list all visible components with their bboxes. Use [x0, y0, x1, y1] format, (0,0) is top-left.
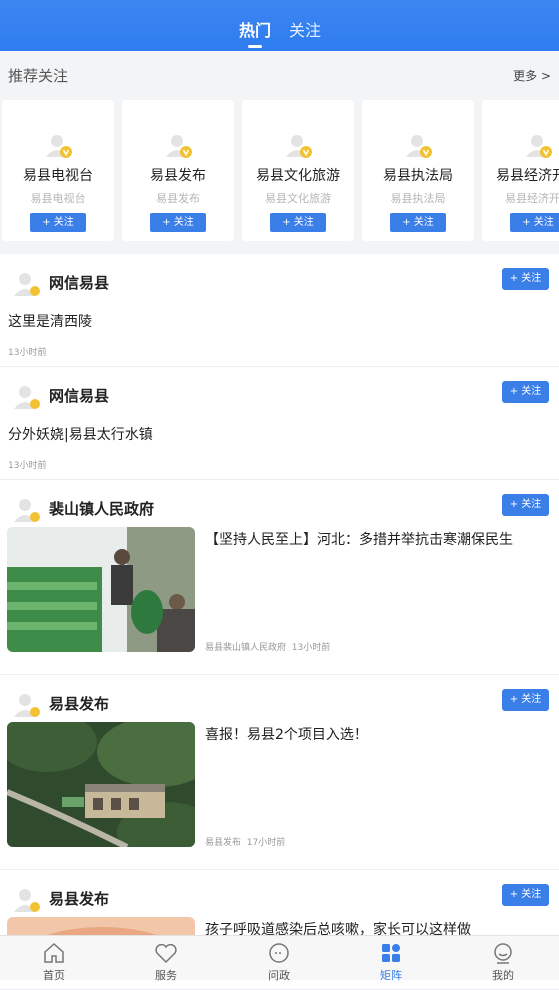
- post-text[interactable]: 这里是清西陵: [8, 311, 92, 331]
- avatar-icon: [14, 273, 40, 296]
- tab-label: 问政: [268, 969, 290, 982]
- feed-post[interactable]: 网信易县 + 关注 分外妖娆|易县太行水镇 13小时前: [0, 367, 559, 480]
- user-face-icon: [494, 943, 512, 964]
- card-subtitle: 易县文化旅游: [265, 192, 331, 205]
- tab-hot[interactable]: 热门: [239, 17, 271, 41]
- tab-home[interactable]: 首页: [0, 936, 110, 982]
- follow-button[interactable]: + 关注: [502, 494, 549, 516]
- post-time: 17小时前: [246, 838, 286, 848]
- heart-icon: [155, 943, 177, 964]
- post-time: 13小时前: [8, 348, 47, 358]
- recommend-card-row[interactable]: 易县电视台 易县电视台 + 关注 易县发布 易县发布 + 关注 易县文化旅游 易…: [0, 100, 559, 242]
- chat-icon: [269, 943, 289, 963]
- tab-inquiry[interactable]: 问政: [223, 936, 335, 982]
- follow-button[interactable]: + 关注: [30, 213, 86, 232]
- card-subtitle: 易县经济开发: [505, 192, 559, 205]
- feed-post[interactable]: 易县发布 + 关注 喜报！易县2个项目入选！ 易县发布 17小时前: [0, 675, 559, 870]
- card-subtitle: 易县发布: [156, 192, 200, 205]
- card-subtitle: 易县电视台: [30, 192, 86, 205]
- post-source: 易县裴山镇人民政府: [205, 643, 287, 653]
- avatar-icon: [46, 135, 72, 158]
- follow-button[interactable]: + 关注: [270, 213, 326, 232]
- post-time: 13小时前: [8, 461, 47, 471]
- follow-button[interactable]: + 关注: [390, 213, 446, 232]
- truck-vegetables-image: [7, 527, 195, 652]
- recommend-title: 推荐关注: [8, 67, 69, 85]
- recommend-card[interactable]: 易县电视台 易县电视台 + 关注: [2, 100, 114, 241]
- follow-button[interactable]: + 关注: [502, 884, 549, 906]
- post-author[interactable]: 易县发布: [49, 888, 109, 909]
- card-name: 易县执法局: [383, 168, 453, 184]
- post-author[interactable]: 网信易县: [49, 272, 109, 293]
- avatar-icon: [526, 135, 552, 158]
- post-thumbnail[interactable]: [7, 527, 195, 652]
- tab-label: 我的: [492, 969, 514, 982]
- recommend-header: 推荐关注 更多 >: [0, 51, 559, 97]
- card-subtitle: 易县执法局: [390, 192, 446, 205]
- avatar-icon: [14, 889, 40, 912]
- recommend-card[interactable]: 易县发布 易县发布 + 关注: [122, 100, 234, 241]
- post-author[interactable]: 易县发布: [49, 693, 109, 714]
- tab-label: 矩阵: [380, 969, 402, 982]
- card-name: 易县发布: [150, 168, 206, 184]
- card-name: 易县经济开发: [496, 168, 559, 184]
- post-author[interactable]: 网信易县: [49, 385, 109, 406]
- post-title[interactable]: 【坚持人民至上】河北：多措并举抗击寒潮保民生: [205, 530, 550, 550]
- post-meta: 易县裴山镇人民政府 13小时前: [205, 640, 330, 653]
- tab-matrix[interactable]: 矩阵: [335, 936, 447, 982]
- post-source: 易县发布: [205, 838, 242, 848]
- follow-button[interactable]: + 关注: [510, 213, 559, 232]
- follow-button[interactable]: + 关注: [150, 213, 206, 232]
- recommend-card[interactable]: 易县文化旅游 易县文化旅游 + 关注: [242, 100, 354, 241]
- avatar-icon: [166, 135, 192, 158]
- post-thumbnail[interactable]: [7, 722, 195, 847]
- avatar-icon: [14, 499, 40, 522]
- active-tab-indicator: [248, 45, 262, 48]
- aerial-building-image: [7, 722, 195, 847]
- tab-service[interactable]: 服务: [110, 936, 222, 982]
- follow-button[interactable]: + 关注: [502, 689, 549, 711]
- post-meta: 易县发布 17小时前: [205, 835, 285, 848]
- home-icon: [44, 942, 64, 963]
- feed-post[interactable]: 裴山镇人民政府 + 关注 【坚持人民至上】河北：多措并举抗击寒潮保民生 易县裴山…: [0, 480, 559, 675]
- tab-label: 服务: [155, 969, 177, 982]
- tab-label: 首页: [43, 969, 65, 982]
- avatar-icon: [14, 694, 40, 717]
- follow-button[interactable]: + 关注: [502, 268, 549, 290]
- avatar-icon: [286, 135, 312, 158]
- bottom-tab-bar: 首页 服务 问政 矩阵 我的: [0, 935, 559, 982]
- post-text[interactable]: 分外妖娆|易县太行水镇: [8, 424, 153, 444]
- recommend-card[interactable]: 易县执法局 易县执法局 + 关注: [362, 100, 474, 241]
- tab-mine[interactable]: 我的: [447, 936, 559, 982]
- tab-following[interactable]: 关注: [289, 17, 321, 41]
- post-title[interactable]: 喜报！易县2个项目入选！: [205, 725, 550, 745]
- card-name: 易县文化旅游: [256, 168, 340, 184]
- avatar-icon: [14, 386, 40, 409]
- follow-button[interactable]: + 关注: [502, 381, 549, 403]
- top-nav-bar: 热门 关注: [0, 0, 559, 51]
- recommend-card[interactable]: 易县经济开发 易县经济开发 + 关注: [482, 100, 559, 241]
- grid-icon: [382, 944, 400, 962]
- more-link[interactable]: 更多 >: [513, 67, 551, 84]
- card-name: 易县电视台: [23, 168, 93, 184]
- post-author[interactable]: 裴山镇人民政府: [49, 498, 154, 519]
- feed-post[interactable]: 网信易县 + 关注 这里是清西陵 13小时前: [0, 254, 559, 367]
- avatar-icon: [406, 135, 432, 158]
- post-time: 13小时前: [291, 643, 331, 653]
